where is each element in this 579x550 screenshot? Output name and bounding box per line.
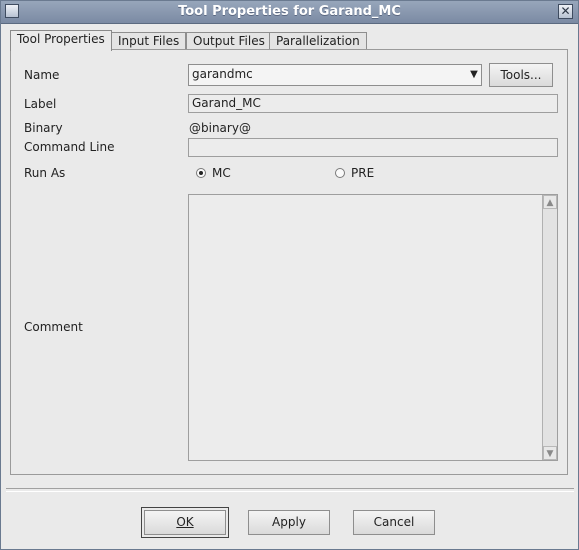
cancel-button-label: Cancel — [373, 515, 415, 529]
tab-label: Parallelization — [276, 34, 360, 48]
binary-value: @binary@ — [189, 121, 251, 135]
radio-unselected-icon[interactable] — [335, 168, 345, 178]
triangle-up-icon[interactable]: ▲ — [543, 195, 557, 209]
triangle-down-icon[interactable]: ▼ — [543, 446, 557, 460]
ok-button-label: OK — [176, 515, 194, 529]
label-value: Garand_MC — [192, 96, 261, 110]
name-combobox[interactable]: garandmc ▼ — [188, 64, 482, 86]
window-title: Tool Properties for Garand_MC — [178, 4, 401, 19]
tab-label: Output Files — [193, 34, 265, 48]
run-as-pre-radio[interactable]: PRE — [335, 165, 374, 181]
tab-parallelization[interactable]: Parallelization — [269, 32, 367, 50]
apply-button-label: Apply — [272, 515, 306, 529]
tab-label: Input Files — [118, 34, 180, 48]
run-as-mc-label: MC — [212, 166, 231, 180]
run-as-pre-label: PRE — [351, 166, 375, 180]
tab-output-files[interactable]: Output Files — [186, 32, 272, 50]
name-label: Name — [24, 68, 60, 82]
tool-properties-panel: Name garandmc ▼ Tools... Label Garand_MC… — [10, 49, 568, 475]
comment-scrollbar[interactable]: ▲ ▼ — [542, 195, 557, 460]
tab-tool-properties[interactable]: Tool Properties — [10, 30, 112, 51]
title-bar[interactable]: Tool Properties for Garand_MC ✕ — [1, 1, 578, 24]
label-label: Label — [24, 97, 57, 111]
button-separator — [6, 488, 574, 492]
binary-label: Binary — [24, 121, 63, 135]
name-value: garandmc — [192, 67, 253, 81]
apply-button[interactable]: Apply — [248, 510, 330, 535]
ok-button[interactable]: OK — [141, 507, 229, 538]
radio-selected-icon[interactable] — [196, 168, 206, 178]
tab-input-files[interactable]: Input Files — [111, 32, 187, 50]
comment-textarea[interactable]: ▲ ▼ — [188, 194, 558, 461]
run-as-mc-radio[interactable]: MC — [196, 165, 231, 181]
dialog-window: Tool Properties for Garand_MC ✕ Tool Pro… — [0, 0, 579, 550]
tools-button[interactable]: Tools... — [489, 63, 553, 87]
tools-button-label: Tools... — [500, 68, 542, 82]
tab-label: Tool Properties — [17, 32, 105, 46]
cancel-button[interactable]: Cancel — [353, 510, 435, 535]
label-field[interactable]: Garand_MC — [188, 94, 558, 113]
comment-label: Comment — [24, 320, 83, 334]
command-line-label: Command Line — [24, 140, 115, 154]
run-as-label: Run As — [24, 166, 66, 180]
triangle-down-icon[interactable]: ▼ — [469, 67, 479, 83]
close-icon[interactable]: ✕ — [558, 4, 573, 19]
command-line-field[interactable] — [188, 138, 558, 157]
